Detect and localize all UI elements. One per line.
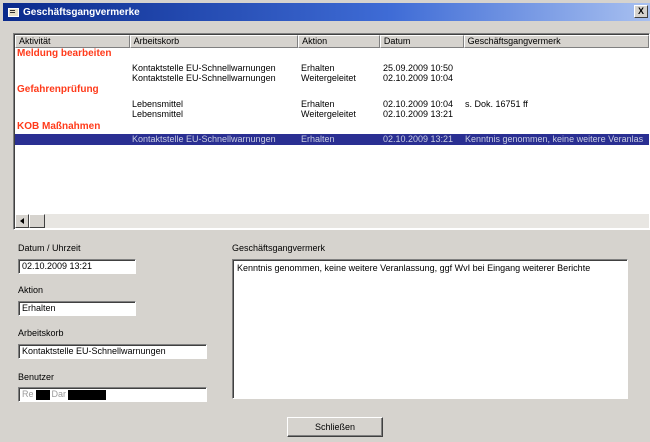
- close-window-button[interactable]: X: [634, 5, 648, 18]
- scroll-left-icon[interactable]: [15, 214, 29, 228]
- benutzer-label: Benutzer: [18, 372, 55, 382]
- datum-field[interactable]: 02.10.2009 13:21: [18, 259, 136, 274]
- column-header-aktion[interactable]: Aktion: [298, 35, 380, 48]
- arbeitskorb-field[interactable]: Kontaktstelle EU-Schnellwarnungen: [18, 344, 207, 359]
- redaction-bar: [68, 389, 107, 400]
- list-header: Aktivität Arbeitskorb Aktion Datum Gesch…: [15, 35, 649, 48]
- cell-aktion: Erhalten: [301, 134, 335, 144]
- title-bar: Geschäftsgangvermerke X: [3, 3, 650, 21]
- redaction-bar: [35, 389, 50, 400]
- list-row[interactable]: Lebensmittel Weitergeleitet 02.10.2009 1…: [15, 109, 649, 120]
- column-header-arbeitskorb[interactable]: Arbeitskorb: [129, 35, 299, 48]
- cell-datum: 02.10.2009 10:04: [383, 73, 454, 83]
- benutzer-value-start: Re: [22, 389, 34, 399]
- activity-list[interactable]: Aktivität Arbeitskorb Aktion Datum Gesch…: [13, 33, 650, 230]
- vermerk-textarea[interactable]: Kenntnis genommen, keine weitere Veranla…: [232, 259, 628, 399]
- cell-datum: 02.10.2009 13:21: [383, 109, 454, 119]
- cell-vermerk: Kenntnis genommen, keine weitere Veranla…: [465, 134, 644, 144]
- benutzer-field[interactable]: Re Dar: [18, 387, 207, 402]
- benutzer-value-end: Dar: [51, 389, 67, 399]
- cell-aktion: Weitergeleitet: [301, 73, 356, 83]
- cell-arbeitskorb: Kontaktstelle EU-Schnellwarnungen: [132, 134, 276, 144]
- cell-arbeitskorb: Kontaktstelle EU-Schnellwarnungen: [132, 73, 276, 83]
- cell-datum: 02.10.2009 13:21: [383, 134, 454, 144]
- datum-label: Datum / Uhrzeit: [18, 243, 81, 253]
- scroll-thumb[interactable]: [29, 214, 45, 228]
- group-label[interactable]: KOB Maßnahmen: [17, 121, 100, 132]
- schliessen-button[interactable]: Schließen: [287, 417, 383, 437]
- column-header-vermerk[interactable]: Geschäftsgangvermerk: [463, 35, 649, 48]
- aktion-field[interactable]: Erhalten: [18, 301, 136, 316]
- arbeitskorb-label: Arbeitskorb: [18, 328, 64, 338]
- column-header-datum[interactable]: Datum: [379, 35, 464, 48]
- dialog-window: Geschäftsgangvermerke X Aktivität Arbeit…: [0, 0, 650, 442]
- vermerk-label: Geschäftsgangvermerk: [232, 243, 326, 253]
- horizontal-scrollbar[interactable]: [15, 214, 649, 228]
- group-label[interactable]: Meldung bearbeiten: [17, 48, 111, 59]
- list-row-selected[interactable]: Kontaktstelle EU-Schnellwarnungen Erhalt…: [15, 134, 649, 145]
- cell-arbeitskorb: Lebensmittel: [132, 109, 184, 119]
- cell-aktion: Weitergeleitet: [301, 109, 356, 119]
- window-title: Geschäftsgangvermerke: [23, 6, 140, 18]
- aktion-label: Aktion: [18, 285, 44, 295]
- window-icon: [7, 6, 19, 18]
- list-row[interactable]: Kontaktstelle EU-Schnellwarnungen Weiter…: [15, 73, 649, 84]
- group-label[interactable]: Gefahrenprüfung: [17, 84, 99, 95]
- column-header-aktivitaet[interactable]: Aktivität: [15, 35, 130, 48]
